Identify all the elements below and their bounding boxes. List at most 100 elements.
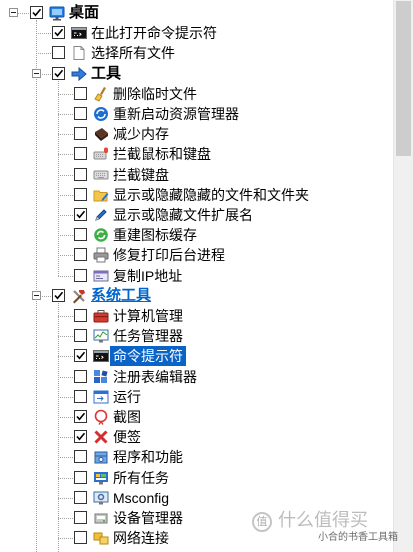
tree-item[interactable]: 减少内存 <box>0 124 393 144</box>
keyboard-mouse-icon <box>93 146 109 162</box>
tree-item[interactable]: 所有任务 <box>0 468 393 488</box>
tree-item[interactable]: 删除临时文件 <box>0 84 393 104</box>
tree-item-checkbox[interactable] <box>74 268 87 282</box>
tree-item-checkbox[interactable] <box>74 389 87 403</box>
tree-item-label[interactable]: 选择所有文件 <box>88 43 178 63</box>
tree-item-label[interactable]: 显示或隐藏隐藏的文件和文件夹 <box>110 185 312 205</box>
tree-item[interactable]: 重新启动资源管理器 <box>0 104 393 124</box>
tree-item-label[interactable]: Msconfig <box>110 488 172 508</box>
collapse-toggle[interactable] <box>32 290 41 300</box>
tree-item[interactable]: 显示或隐藏文件扩展名 <box>0 205 393 225</box>
tree-item-checkbox-checked[interactable] <box>74 349 87 363</box>
tree-item-label[interactable]: 重建图标缓存 <box>110 225 200 245</box>
tree-item-checkbox[interactable] <box>74 511 87 524</box>
all-tasks-icon <box>93 470 109 486</box>
tree-item[interactable]: 桌面 <box>0 3 393 23</box>
tree-item-checkbox[interactable] <box>74 450 87 464</box>
tree-item-label[interactable]: 便签 <box>110 427 144 447</box>
tree-item[interactable]: 拦截鼠标和键盘 <box>0 144 393 164</box>
tree-item[interactable]: 在此打开命令提示符 <box>0 23 393 43</box>
watermark-logo: 值 <box>252 512 272 532</box>
tree-item-checkbox[interactable] <box>74 127 87 141</box>
tree-item[interactable]: 系统工具 <box>0 286 393 306</box>
tree-item[interactable]: 修复打印后台进程 <box>0 245 393 265</box>
tree-item[interactable]: 显示或隐藏隐藏的文件和文件夹 <box>0 185 393 205</box>
checkbox-tree[interactable]: 桌面 在此打开命令提示符 选择所有文件 工具 删除临时文件 重新启动资源管理器 减少内存 拦截… <box>0 0 393 552</box>
tree-item-checkbox[interactable] <box>74 248 87 262</box>
tree-item-checkbox-checked[interactable] <box>74 208 87 221</box>
tree-item-checkbox[interactable] <box>74 470 87 484</box>
tree-item[interactable]: 任务管理器 <box>0 326 393 346</box>
tree-item-checkbox[interactable] <box>74 369 87 383</box>
tree-item-checkbox[interactable] <box>74 490 87 504</box>
tree-item-label[interactable]: 删除临时文件 <box>110 84 200 104</box>
tree-item[interactable]: 注册表编辑器 <box>0 367 393 387</box>
tree-item[interactable]: 截图 <box>0 407 393 427</box>
tree-item-checkbox-checked[interactable] <box>52 66 65 80</box>
tree-item-checkbox[interactable] <box>74 228 87 242</box>
memory-icon <box>93 126 109 142</box>
vertical-scrollbar[interactable] <box>393 0 413 552</box>
tree-item-checkbox-checked[interactable] <box>30 6 43 19</box>
tree-item[interactable]: Msconfig <box>0 488 393 508</box>
tree-item-checkbox-checked[interactable] <box>74 430 87 444</box>
tree-item-checkbox[interactable] <box>74 167 87 181</box>
tree-item[interactable]: 拦截键盘 <box>0 165 393 185</box>
command-prompt-icon <box>93 348 109 364</box>
ip-address-icon <box>93 268 109 284</box>
tree-item-label[interactable]: 截图 <box>110 407 144 427</box>
tree-item[interactable]: 便签 <box>0 427 393 447</box>
tree-item-label[interactable]: 复制IP地址 <box>110 266 185 286</box>
run-icon <box>93 389 109 405</box>
watermark-brand: 什么值得买 <box>278 510 368 531</box>
tree-item-checkbox[interactable] <box>74 147 87 161</box>
watermark-caption: 小合的书香工具箱 <box>318 532 398 543</box>
tree-item-checkbox[interactable] <box>74 187 87 201</box>
tree-item-checkbox[interactable] <box>52 46 65 60</box>
tree-item[interactable]: 重建图标缓存 <box>0 225 393 245</box>
tree-item-label[interactable]: 运行 <box>110 387 144 407</box>
tree-item-checkbox[interactable] <box>74 329 87 343</box>
tree-item[interactable]: 工具 <box>0 64 393 84</box>
tree-item-label[interactable]: 计算机管理 <box>110 306 186 326</box>
tree-item-label[interactable]: 减少内存 <box>110 124 172 144</box>
tree-item-checkbox[interactable] <box>74 86 87 100</box>
tree-item[interactable]: 计算机管理 <box>0 306 393 326</box>
tree-item-checkbox[interactable] <box>74 107 87 120</box>
scrollbar-thumb[interactable] <box>396 1 411 156</box>
tree-item-checkbox[interactable] <box>74 531 87 545</box>
tree-item[interactable]: 复制IP地址 <box>0 266 393 286</box>
collapse-toggle[interactable] <box>32 68 41 78</box>
tree-item-label[interactable]: 修复打印后台进程 <box>110 245 228 265</box>
tree-item-label[interactable]: 桌面 <box>66 3 102 23</box>
tree-item-checkbox[interactable] <box>74 309 87 322</box>
tree-item-label[interactable]: 拦截鼠标和键盘 <box>110 144 214 164</box>
sticky-notes-icon <box>93 429 109 445</box>
tree-rows: 桌面 在此打开命令提示符 选择所有文件 工具 删除临时文件 重新启动资源管理器 减少内存 拦截… <box>0 0 393 552</box>
tree-item-checkbox-checked[interactable] <box>74 410 87 423</box>
tree-item-label[interactable]: 在此打开命令提示符 <box>88 23 220 43</box>
tree-item-label-selected[interactable]: 命令提示符 <box>110 346 186 367</box>
tree-item-label[interactable]: 系统工具 <box>88 286 154 306</box>
printer-icon <box>93 247 109 263</box>
tree-item-label[interactable]: 设备管理器 <box>110 508 186 528</box>
file-select-icon <box>71 45 87 61</box>
tree-item[interactable]: 选择所有文件 <box>0 43 393 63</box>
tree-item-label[interactable]: 程序和功能 <box>110 447 186 467</box>
collapse-toggle[interactable] <box>9 8 18 17</box>
tree-item[interactable]: 程序和功能 <box>0 447 393 467</box>
restart-explorer-icon <box>93 106 109 122</box>
tree-item-label[interactable]: 所有任务 <box>110 468 172 488</box>
tree-item[interactable]: 运行 <box>0 387 393 407</box>
tree-item-checkbox-checked[interactable] <box>52 288 65 302</box>
tree-item-label[interactable]: 网络连接 <box>110 528 172 548</box>
network-icon <box>93 530 109 546</box>
tree-item-label[interactable]: 任务管理器 <box>110 326 186 346</box>
tree-item-label[interactable]: 重新启动资源管理器 <box>110 104 242 124</box>
tree-item-label[interactable]: 注册表编辑器 <box>110 367 200 387</box>
tree-item-label[interactable]: 工具 <box>88 64 124 84</box>
tree-item-label[interactable]: 拦截键盘 <box>110 165 172 185</box>
tree-item-checkbox-checked[interactable] <box>52 26 65 40</box>
tree-item-label[interactable]: 显示或隐藏文件扩展名 <box>110 205 256 225</box>
tree-item[interactable]: 命令提示符 <box>0 346 393 367</box>
